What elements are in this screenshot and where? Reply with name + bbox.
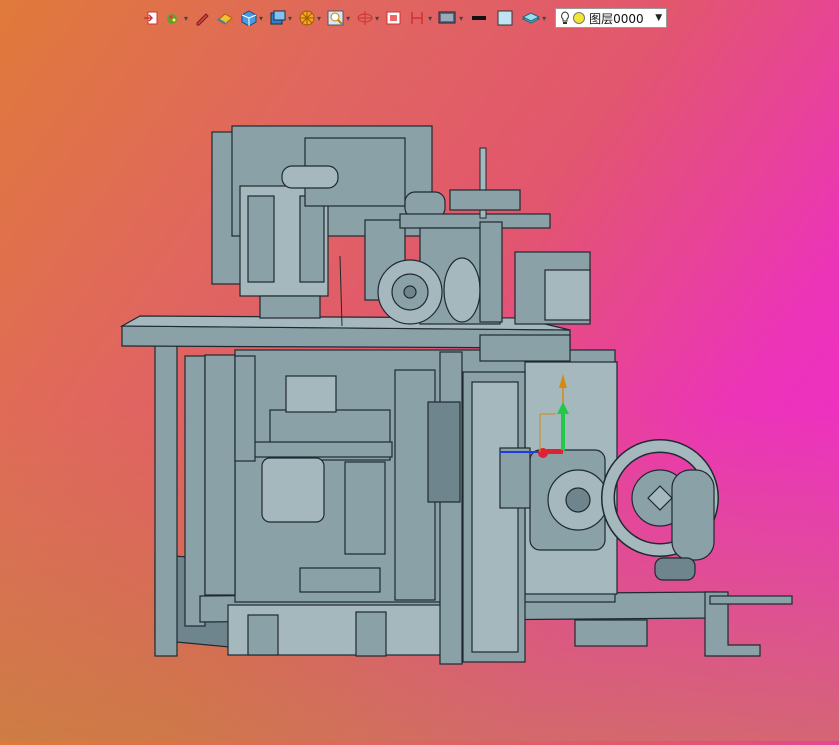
line-weight-icon[interactable] <box>466 6 492 30</box>
chevron-down-icon: ▾ <box>259 13 264 23</box>
3d-viewport[interactable] <box>0 30 839 741</box>
orbit-icon[interactable]: ▾ <box>353 6 382 30</box>
layer-color-icon <box>573 12 586 24</box>
standard-views-icon[interactable]: ▾ <box>266 6 295 30</box>
eraser-icon[interactable] <box>213 6 237 30</box>
pencil-icon[interactable] <box>191 6 213 30</box>
chevron-down-icon: ▾ <box>288 13 293 23</box>
lightbulb-icon <box>561 11 570 24</box>
color-swatch-icon[interactable] <box>492 6 518 30</box>
display-mode-icon[interactable]: ▾ <box>435 6 466 30</box>
handwheel <box>601 439 793 605</box>
plane-icon[interactable]: ▾ <box>406 6 435 30</box>
layer-select[interactable]: 图层0000 ▼ <box>555 8 668 28</box>
machine-model <box>119 125 793 665</box>
chevron-down-icon: ▾ <box>375 13 380 23</box>
chevron-down-icon: ▾ <box>346 13 351 23</box>
chevron-down-icon: ▾ <box>184 13 189 23</box>
chevron-down-icon: ▾ <box>428 13 433 23</box>
zoom-icon[interactable]: ▾ <box>324 6 353 30</box>
exit-sketch-icon[interactable] <box>140 6 162 30</box>
chevron-down-icon: ▼ <box>655 13 663 23</box>
paint-icon[interactable]: ▾ <box>162 6 191 30</box>
render-icon[interactable]: ▾ <box>295 6 324 30</box>
layer-name: 图层0000 <box>589 11 644 26</box>
layer-manager-icon[interactable]: ▾ <box>518 6 549 30</box>
upper-mechanism <box>211 125 591 327</box>
chevron-down-icon: ▾ <box>542 13 547 23</box>
cube-view-icon[interactable]: ▾ <box>237 6 266 30</box>
view-toolbar: ▾ ▾ ▾ ▾ ▾ ▾ ▾ ▾ ▾ 图层0000 ▼ <box>140 4 668 32</box>
chevron-down-icon: ▾ <box>459 13 464 23</box>
chevron-down-icon: ▾ <box>317 13 322 23</box>
section-icon[interactable] <box>382 6 406 30</box>
